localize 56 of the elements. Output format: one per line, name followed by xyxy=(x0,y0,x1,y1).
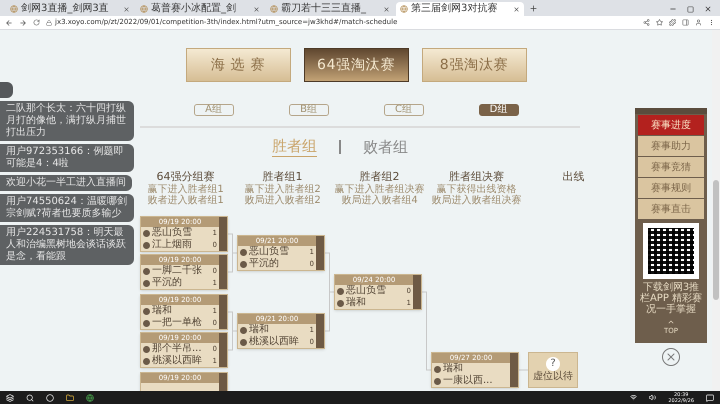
chat-message: 用户972353166：例题即可能是4：4啦 xyxy=(0,144,134,172)
sidebar-item[interactable]: 赛事助力 xyxy=(638,136,704,156)
column-title: 出线 xyxy=(562,170,584,184)
team-name: 一康以西... xyxy=(443,375,494,387)
team-name: 江上烟雨 xyxy=(152,239,193,251)
column-note: 败者进入败者组1 xyxy=(147,195,224,206)
group-tab[interactable]: B组 xyxy=(288,104,328,116)
team-name: 瑞和 xyxy=(152,305,173,317)
team-name: 平沉的 xyxy=(152,277,183,289)
column-title: 64强分组赛 xyxy=(156,170,214,184)
stage-tab[interactable]: 海 选 赛 xyxy=(186,48,290,82)
team-name: 一把一单枪 xyxy=(152,317,203,329)
browser-tab[interactable]: 第三届剑网3对抗赛 xyxy=(396,2,524,16)
column-note: 败局进入败者组2 xyxy=(244,195,321,206)
column-note: 败局进入败者组决赛 xyxy=(432,195,522,206)
stage-tab[interactable]: 8强淘汰赛 xyxy=(422,48,526,82)
team-name: 那个半吊... xyxy=(152,343,203,354)
tab-title: 剑网3直播_剑网3直 xyxy=(21,3,110,15)
team-name: 瑞和 xyxy=(346,297,367,309)
group-tab[interactable]: C组 xyxy=(384,104,424,116)
team-name: 桃溪以西眸 xyxy=(249,336,300,348)
column-note: 赢下进入胜者组1 xyxy=(147,184,224,195)
team-name: 桃溪以西眸 xyxy=(152,355,203,367)
group-tab[interactable]: D组 xyxy=(478,104,518,116)
column-note: 败局进入败者组4 xyxy=(341,195,418,206)
team-name: 恶山负雪 xyxy=(249,246,290,258)
group-tab[interactable]: A组 xyxy=(194,104,234,116)
sidebar-item[interactable]: 赛事竞猜 xyxy=(638,157,704,177)
bracket-tab[interactable]: 胜者组 xyxy=(272,136,317,157)
result-label: 虚位以待 xyxy=(533,371,573,383)
team-name: 瑞和 xyxy=(443,363,464,374)
tab-title: 霸刀若十三三直播_ xyxy=(281,3,367,15)
column-title: 胜者组决赛 xyxy=(449,170,504,184)
bracket-tab[interactable]: 败者组 xyxy=(363,136,408,156)
column-note: 赢下进入胜者组2 xyxy=(244,184,321,195)
column-title: 胜者组1 xyxy=(262,170,302,184)
tab-title: 第三届剑网3对抗赛 xyxy=(411,3,498,15)
column-note: 赢下进入胜者组决赛 xyxy=(334,184,424,195)
sidebar-item[interactable]: 赛事直击 xyxy=(638,199,704,219)
column-title: 胜者组2 xyxy=(360,170,400,184)
chat-message: 用户224531758：明天最人和治编黑树地会谈话谈跃是念，看能跟 xyxy=(0,225,134,265)
team-name: 瑞和 xyxy=(249,324,270,336)
team-name: 一脚二千张 xyxy=(152,265,203,277)
stage-tab[interactable]: 64强淘汰赛 xyxy=(304,48,408,82)
chat-message: 二队那个长太：六十四打纵月打的像他，满打纵月捕世打出压力 xyxy=(0,101,134,141)
column-note: 赢下获得出线资格 xyxy=(436,184,516,195)
question-mark: ? xyxy=(546,357,560,371)
team-name: 平沉的 xyxy=(249,258,280,270)
chat-message: 欢迎小花一半工进入直播间 xyxy=(0,175,132,191)
team-name: 恶山负雪 xyxy=(346,285,387,296)
sidebar-item[interactable]: 赛事规则 xyxy=(638,178,704,198)
chat-message: 用户74550624：温暖哪剑宗剑赋?荷者也要质多输少 xyxy=(0,194,134,222)
qr-caption: 下载剑网3推栏APP 精彩赛况一手掌握 xyxy=(638,282,704,315)
tab-title: 葛普赛小冰配置_剑 xyxy=(151,3,237,15)
sidebar-item[interactable]: 赛事进度 xyxy=(638,115,704,135)
team-name: 恶山负雪 xyxy=(152,227,193,238)
